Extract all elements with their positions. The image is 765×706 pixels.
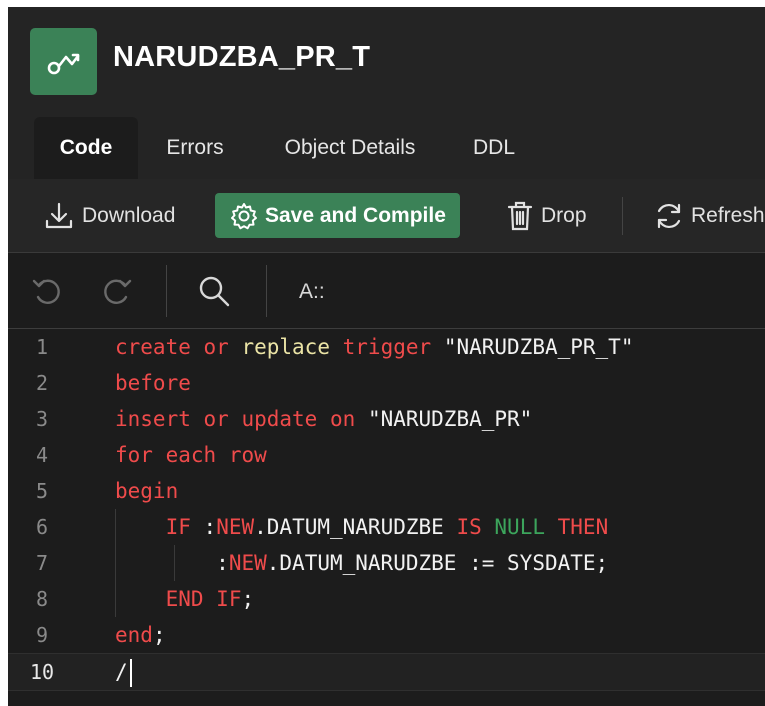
tab-code[interactable]: Code	[34, 117, 138, 179]
line-number: 8	[35, 587, 49, 611]
editor-toolbar: A::	[8, 253, 765, 329]
line-number: 1	[35, 335, 49, 359]
download-label: Download	[82, 203, 176, 227]
line-number: 10	[29, 660, 55, 684]
toolbar-divider	[622, 197, 623, 235]
code-editor-window: NARUDZBA_PR_T Code Errors Object Details…	[8, 7, 765, 706]
drop-button[interactable]: Drop	[505, 193, 587, 238]
font-settings-menu[interactable]: A::	[299, 280, 325, 304]
undo-icon[interactable]	[30, 273, 66, 309]
line-text: for each row	[115, 443, 267, 467]
trigger-icon	[30, 28, 97, 95]
page-title: NARUDZBA_PR_T	[113, 41, 371, 73]
code-line-current: 10 /	[8, 653, 765, 691]
code-line: 6 IF :NEW.DATUM_NARUDZBE IS NULL THEN	[8, 509, 765, 545]
editor-divider	[166, 265, 167, 317]
tab-bar: Code Errors Object Details DDL	[8, 117, 765, 179]
line-text: create or replace trigger "NARUDZBA_PR_T…	[115, 335, 634, 359]
line-text: END IF;	[165, 587, 255, 611]
line-text: IF :NEW.DATUM_NARUDZBE IS NULL THEN	[165, 515, 609, 539]
code-line: 9 end;	[8, 617, 765, 653]
main-toolbar: Download Save and Compile Drop Refresh	[8, 179, 765, 253]
line-number: 4	[35, 443, 49, 467]
tab-object-details[interactable]: Object Details	[270, 117, 430, 179]
download-icon	[45, 202, 73, 228]
editor-divider	[266, 265, 267, 317]
tab-errors[interactable]: Errors	[149, 117, 241, 179]
code-line: 4 for each row	[8, 437, 765, 473]
redo-icon[interactable]	[98, 273, 134, 309]
tab-ddl[interactable]: DDL	[461, 117, 527, 179]
download-button[interactable]: Download	[42, 193, 175, 238]
line-number: 3	[35, 407, 49, 431]
line-text: end;	[115, 623, 166, 647]
save-and-compile-button[interactable]: Save and Compile	[215, 193, 460, 238]
code-line: 2 before	[8, 365, 765, 401]
code-area[interactable]: 1 create or replace trigger "NARUDZBA_PR…	[8, 329, 765, 706]
trash-icon	[507, 201, 533, 230]
search-icon[interactable]	[196, 273, 232, 309]
line-text: before	[115, 371, 191, 395]
gear-icon	[231, 202, 257, 229]
code-line: 8 END IF;	[8, 581, 765, 617]
code-line: 5 begin	[8, 473, 765, 509]
drop-label: Drop	[541, 203, 587, 227]
line-text: /	[115, 654, 132, 690]
line-number: 9	[35, 623, 49, 647]
line-text: begin	[115, 479, 179, 503]
code-line: 1 create or replace trigger "NARUDZBA_PR…	[8, 329, 765, 365]
refresh-button[interactable]: Refresh	[653, 193, 765, 238]
line-text: insert or update on "NARUDZBA_PR"	[115, 407, 533, 431]
code-line: 3 insert or update on "NARUDZBA_PR"	[8, 401, 765, 437]
line-text: :NEW.DATUM_NARUDZBE := SYSDATE;	[216, 551, 609, 575]
line-number: 6	[35, 515, 49, 539]
refresh-label: Refresh	[691, 203, 765, 227]
text-caret	[129, 659, 132, 687]
object-header: NARUDZBA_PR_T	[8, 7, 765, 117]
line-number: 5	[35, 479, 49, 503]
save-and-compile-label: Save and Compile	[265, 203, 446, 227]
line-number: 2	[35, 371, 49, 395]
line-number: 7	[35, 551, 49, 575]
code-line: 7 :NEW.DATUM_NARUDZBE := SYSDATE;	[8, 545, 765, 581]
refresh-icon	[657, 203, 681, 228]
